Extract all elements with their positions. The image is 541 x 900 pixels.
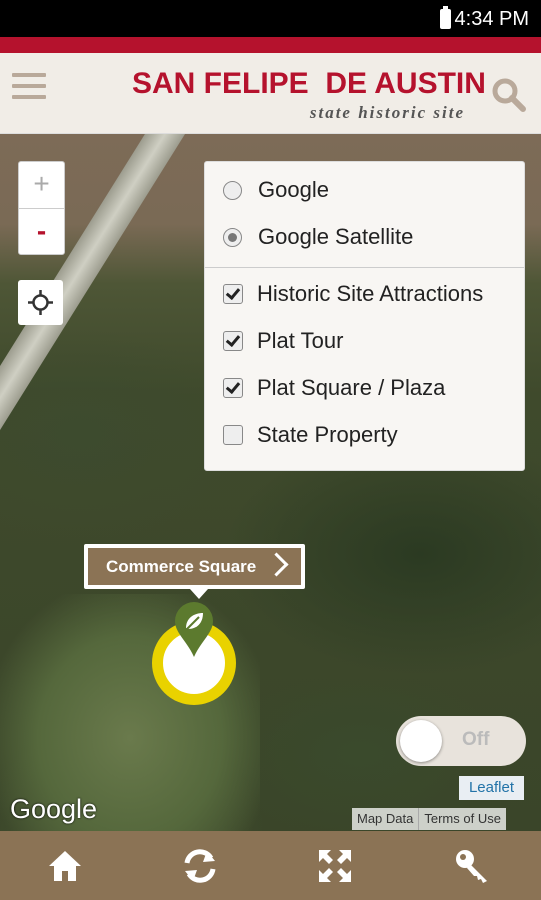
- radio-google-satellite[interactable]: [223, 227, 242, 247]
- site-subtitle: state historic site: [309, 103, 465, 122]
- home-icon[interactable]: [46, 847, 84, 885]
- overlay-historic-site-attractions[interactable]: Historic Site Attractions: [223, 279, 483, 309]
- search-icon[interactable]: [491, 77, 527, 113]
- hamburger-menu-icon[interactable]: [12, 73, 46, 103]
- bottom-nav: [0, 831, 541, 900]
- overlay-plat-square-plaza[interactable]: Plat Square / Plaza: [223, 373, 445, 403]
- key-icon[interactable]: [453, 847, 491, 885]
- checkbox-plat-square-plaza[interactable]: [223, 378, 243, 398]
- map-view[interactable]: + - Google Google Satellite Historic Sit…: [0, 134, 541, 831]
- radio-google[interactable]: [223, 180, 242, 200]
- overlay-state-property[interactable]: State Property: [223, 420, 398, 450]
- poi-callout[interactable]: Commerce Square: [84, 544, 305, 589]
- map-attribution: Map Data Terms of Use: [352, 808, 506, 830]
- map-data-link[interactable]: Map Data: [352, 808, 420, 830]
- layer-label: Google: [258, 177, 329, 202]
- layers-divider: [205, 267, 524, 268]
- refresh-icon[interactable]: [181, 847, 219, 885]
- site-title: SAN FELIPE DE AUSTIN: [132, 67, 486, 100]
- google-logo: Google: [10, 794, 98, 824]
- chevron-right-icon: [264, 552, 289, 577]
- leaf-pin-icon[interactable]: [173, 601, 215, 659]
- locate-button[interactable]: [18, 280, 63, 325]
- layer-label: Plat Square / Plaza: [257, 375, 446, 400]
- layer-label: Plat Tour: [257, 328, 344, 353]
- tracking-toggle[interactable]: Off: [396, 716, 526, 766]
- callout-pointer: [190, 589, 208, 599]
- layers-panel: Google Google Satellite Historic Site At…: [204, 161, 525, 471]
- fullscreen-icon[interactable]: [316, 847, 354, 885]
- terms-of-use-link[interactable]: Terms of Use: [419, 808, 506, 830]
- layer-label: Google Satellite: [258, 224, 414, 249]
- battery-icon: [440, 6, 451, 29]
- layer-label: Historic Site Attractions: [257, 281, 484, 306]
- zoom-control: + -: [18, 161, 65, 255]
- base-layer-google[interactable]: Google: [223, 175, 329, 205]
- checkbox-plat-tour[interactable]: [223, 331, 243, 351]
- checkbox-state-property[interactable]: [223, 425, 243, 445]
- zoom-in-button[interactable]: +: [19, 162, 64, 209]
- checkbox-historic-site-attractions[interactable]: [223, 284, 243, 304]
- status-bar: 4:34 PM: [0, 0, 541, 37]
- base-layer-google-satellite[interactable]: Google Satellite: [223, 222, 413, 252]
- overlay-plat-tour[interactable]: Plat Tour: [223, 326, 343, 356]
- leaflet-link[interactable]: Leaflet: [459, 776, 524, 800]
- layer-label: State Property: [257, 422, 398, 447]
- zoom-out-button[interactable]: -: [19, 209, 64, 255]
- accent-bar: [0, 37, 541, 53]
- status-time: 4:34 PM: [454, 8, 529, 30]
- app-header: SAN FELIPE DE AUSTIN state historic site: [0, 53, 541, 134]
- poi-callout-label: Commerce Square: [106, 557, 257, 576]
- crosshair-locate-icon: [28, 290, 53, 315]
- toggle-label: Off: [462, 729, 490, 750]
- toggle-knob: [400, 720, 442, 762]
